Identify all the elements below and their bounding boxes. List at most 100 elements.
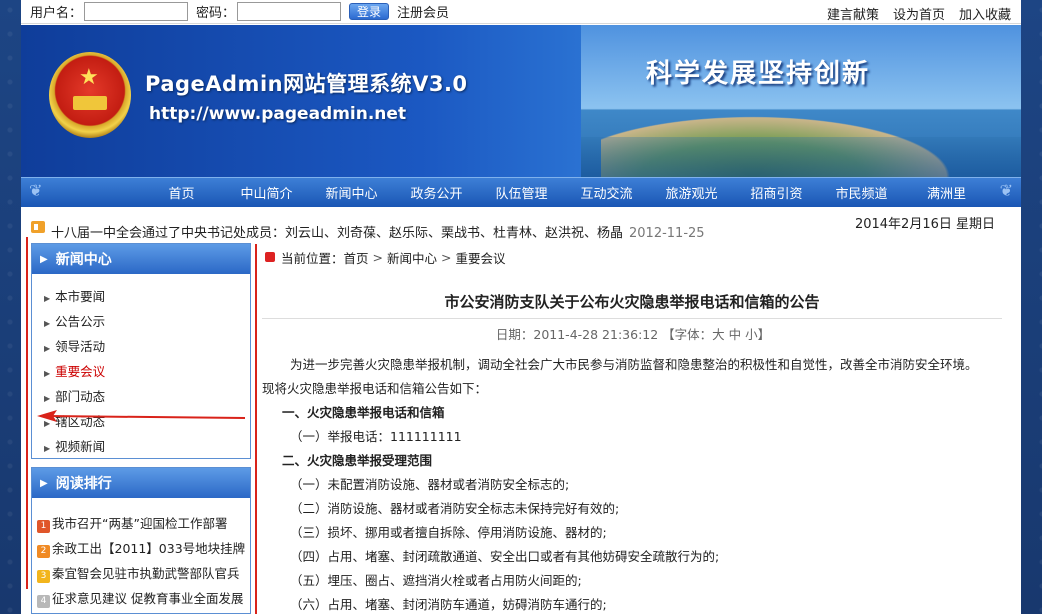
list-item[interactable]: 1 我市召开“两基”迎国检工作部署 [32, 511, 250, 536]
article-paragraph: 为进一步完善火灾隐患举报机制，调动全社会广大市民参与消防监督和隐患整治的积极性和… [290, 357, 978, 372]
nav-item-manzhouli[interactable]: 满洲里 [904, 183, 989, 202]
breadcrumb-label: 当前位置： [281, 250, 344, 266]
nav-item-tourism[interactable]: 旅游观光 [649, 183, 734, 202]
article-paragraph: （四）占用、堵塞、封闭疏散通道、安全出口或者有其他妨碍安全疏散行为的; [290, 549, 720, 564]
article-paragraph: （五）埋压、圈占、遮挡消火栓或者占用防火间距的; [290, 573, 582, 588]
nav-item-interaction[interactable]: 互动交流 [564, 183, 649, 202]
top-links: 建言献策 设为首页 加入收藏 [827, 4, 1011, 23]
nav-item-news[interactable]: 新闻中心 [309, 183, 394, 202]
sidebar-item-label: 本市要闻 [55, 289, 106, 304]
red-annotation-line [255, 244, 257, 614]
article-title: 市公安消防支队关于公布火灾隐患举报电话和信箱的公告 [262, 291, 1002, 319]
sidebar-item-leader-activity[interactable]: ▶ 领导活动 [32, 334, 250, 359]
sidebar-item-city-news[interactable]: ▶ 本市要闻 [32, 284, 250, 309]
rank-item-text: 征求意见建议 促教育事业全面发展 [52, 591, 244, 606]
news-center-header: ▶ 新闻中心 [32, 244, 250, 274]
list-item[interactable]: 4 征求意见建议 促教育事业全面发展 [32, 586, 250, 611]
current-date: 2014年2月16日 星期日 [854, 217, 995, 232]
nav-item-citizen[interactable]: 市民频道 [819, 183, 904, 202]
sidebar-item-label: 公告公示 [55, 314, 106, 329]
register-link[interactable]: 注册会员 [397, 2, 449, 21]
add-favorite-link[interactable]: 加入收藏 [959, 4, 1011, 23]
arrow-right-icon: ▶ [44, 444, 51, 453]
article-meta: 日期：2011-4-28 21:36:12 【字体：大 中 小】 [495, 327, 771, 342]
triangle-right-icon: ▶ [40, 477, 48, 489]
breadcrumb-news[interactable]: 新闻中心 [387, 248, 437, 267]
triangle-right-icon: ▶ [40, 253, 48, 265]
banner-sea [581, 137, 1021, 177]
article-paragraph: （一）举报电话：111111111 [290, 429, 462, 444]
national-emblem-icon: ★ [49, 52, 131, 138]
swirl-decoration-icon: ❦ [29, 181, 43, 200]
article-paragraph: 现将火灾隐患举报电话和信箱公告如下： [262, 381, 488, 396]
site-title: PageAdmin网站管理系统V3.0 [145, 72, 468, 96]
arrow-right-icon: ▶ [44, 344, 51, 353]
reading-rank-title: 阅读排行 [55, 476, 112, 492]
reading-rank-header: ▶ 阅读排行 [32, 468, 250, 498]
sidebar-item-label: 重要会议 [55, 364, 106, 379]
article-paragraph: （一）未配置消防设施、器材或者消防安全标志的; [290, 477, 570, 492]
article-paragraph: （三）损坏、挪用或者擅自拆除、停用消防设施、器材的; [290, 525, 607, 540]
rank-number-badge: 2 [37, 545, 50, 558]
news-menu: ▶ 本市要闻 ▶ 公告公示 ▶ 领导活动 ▶ 重要会议 ▶ 部门动态 ▶ 辖区动态 ▶ 视频新… [32, 274, 250, 459]
sidebar-item-label: 领导活动 [55, 339, 106, 354]
ticker-date: 2012-11-25 [629, 226, 705, 241]
main-nav: ❦ 首页 中山简介 新闻中心 政务公开 队伍管理 互动交流 旅游观光 招商引资 … [21, 177, 1021, 207]
breadcrumb-separator: > [441, 249, 452, 265]
nav-item-investment[interactable]: 招商引资 [734, 183, 819, 202]
rank-number-badge: 4 [37, 595, 50, 608]
article-paragraph: 二、火灾隐患举报受理范围 [282, 453, 433, 468]
nav-item-team[interactable]: 队伍管理 [479, 183, 564, 202]
rank-number-badge: 1 [37, 520, 50, 533]
rank-item-text: 余政工出【2011】033号地块挂牌 [52, 541, 246, 556]
list-item[interactable]: 2 余政工出【2011】033号地块挂牌 [32, 536, 250, 561]
nav-item-government[interactable]: 政务公开 [394, 183, 479, 202]
sidebar-item-announcements[interactable]: ▶ 公告公示 [32, 309, 250, 334]
breadcrumb-meetings[interactable]: 重要会议 [456, 248, 506, 267]
list-item[interactable]: 3 秦宜智会见驻市执勤武警部队官兵 [32, 561, 250, 586]
article-area: 当前位置： 首页 > 新闻中心 > 重要会议 市公安消防支队关于公布火灾隐患举报… [262, 244, 1004, 614]
nav-item-intro[interactable]: 中山简介 [224, 183, 309, 202]
red-arrow-annotation-icon [37, 410, 246, 422]
swirl-decoration-icon: ❦ [999, 181, 1013, 200]
rank-number-badge: 3 [37, 570, 50, 583]
ticker-headline[interactable]: 十八届一中全会通过了中央书记处成员：刘云山、刘奇葆、赵乐际、栗战书、杜青林、赵洪… [51, 222, 705, 241]
speaker-icon [31, 221, 45, 233]
red-annotation-line [26, 237, 28, 589]
login-button[interactable]: 登录 [349, 3, 390, 20]
username-label: 用户名： [30, 6, 83, 21]
rank-list: 1 我市召开“两基”迎国检工作部署 2 余政工出【2011】033号地块挂牌 3 秦宜… [32, 498, 250, 611]
rank-item-text: 秦宜智会见驻市执勤武警部队官兵 [52, 566, 240, 581]
arrow-right-icon: ▶ [44, 394, 51, 403]
article-body: 为进一步完善火灾隐患举报机制，调动全社会广大市民参与消防监督和隐患整治的积极性和… [262, 353, 1004, 614]
breadcrumb-separator: > [372, 249, 384, 265]
news-center-title: 新闻中心 [55, 252, 112, 268]
breadcrumb: 当前位置： 首页 > 新闻中心 > 重要会议 [262, 244, 1004, 270]
article-paragraph: （二）消防设施、器材或者消防安全标志未保持完好有效的; [290, 501, 620, 516]
site-url: http://www.pageadmin.net [149, 104, 407, 124]
arrow-right-icon: ▶ [44, 294, 51, 303]
arrow-right-icon: ▶ [44, 369, 51, 378]
username-input[interactable] [84, 2, 189, 21]
reading-rank-box: ▶ 阅读排行 1 我市召开“两基”迎国检工作部署 2 余政工出【2011】033号地… [31, 467, 251, 614]
rank-item-text: 我市召开“两基”迎国检工作部署 [52, 516, 228, 531]
article-paragraph: （六）占用、堵塞、封闭消防车通道，妨碍消防车通行的; [290, 597, 607, 612]
sidebar-item-video-news[interactable]: ▶ 视频新闻 [32, 434, 250, 459]
password-label: 密码： [196, 6, 236, 21]
set-homepage-link[interactable]: 设为首页 [893, 4, 945, 23]
article-paragraph: 一、火灾隐患举报电话和信箱 [282, 405, 445, 420]
sidebar-item-label: 部门动态 [55, 389, 106, 404]
login-bar: 用户名： 密码： 登录 注册会员 建言献策 设为首页 加入收藏 [21, 0, 1021, 24]
location-pin-icon [265, 252, 275, 262]
banner-slogan: 科学发展坚持创新 [646, 59, 871, 89]
sidebar-item-important-meetings[interactable]: ▶ 重要会议 [32, 359, 250, 384]
news-ticker: 十八届一中全会通过了中央书记处成员：刘云山、刘奇葆、赵乐际、栗战书、杜青林、赵洪… [21, 207, 1021, 241]
ticker-text: 十八届一中全会通过了中央书记处成员：刘云山、刘奇葆、赵乐际、栗战书、杜青林、赵洪… [51, 226, 624, 241]
password-input[interactable] [237, 2, 342, 21]
arrow-right-icon: ▶ [44, 319, 51, 328]
page-container: 用户名： 密码： 登录 注册会员 建言献策 设为首页 加入收藏 ★ PageAd… [21, 0, 1021, 614]
breadcrumb-home[interactable]: 首页 [344, 248, 369, 267]
suggest-link[interactable]: 建言献策 [827, 4, 879, 23]
header-banner: ★ PageAdmin网站管理系统V3.0 http://www.pageadm… [21, 25, 1021, 177]
nav-item-home[interactable]: 首页 [139, 183, 224, 202]
